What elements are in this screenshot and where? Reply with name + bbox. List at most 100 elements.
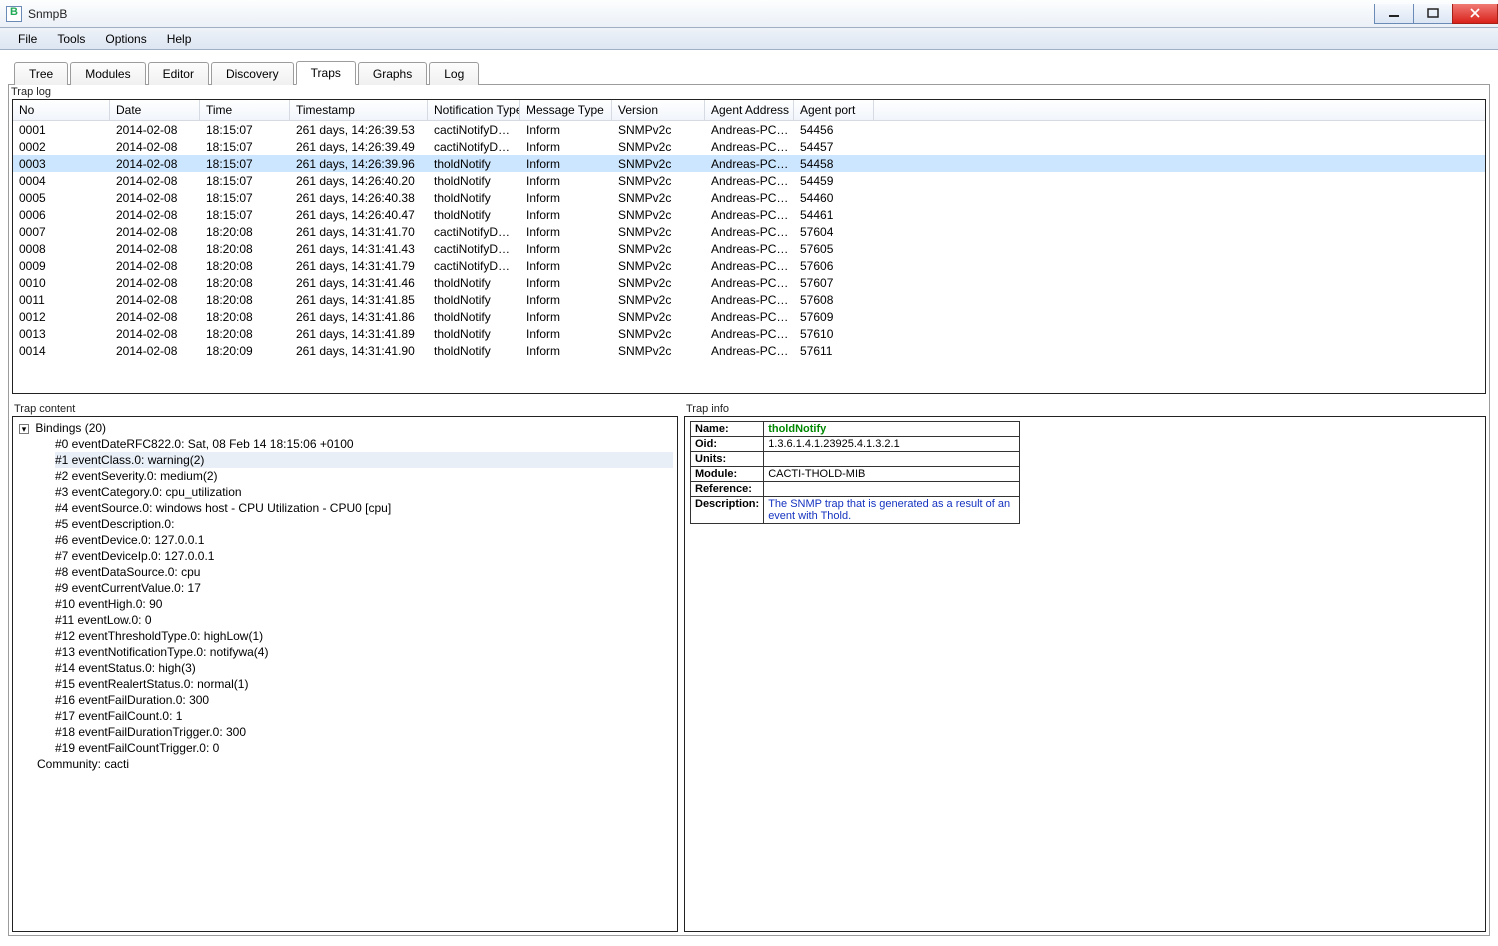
cell-mt: Inform: [520, 240, 612, 257]
cell-port: 57604: [794, 223, 874, 240]
table-row[interactable]: 00092014-02-0818:20:08261 days, 14:31:41…: [13, 257, 1485, 274]
table-row[interactable]: 00132014-02-0818:20:08261 days, 14:31:41…: [13, 325, 1485, 342]
collapse-icon[interactable]: ▾: [19, 424, 29, 434]
binding-item[interactable]: #11 eventLow.0: 0: [55, 612, 673, 628]
binding-item[interactable]: #7 eventDeviceIp.0: 127.0.0.1: [55, 548, 673, 564]
col-date[interactable]: Date: [110, 100, 200, 120]
binding-item[interactable]: #8 eventDataSource.0: cpu: [55, 564, 673, 580]
binding-item[interactable]: #16 eventFailDuration.0: 300: [55, 692, 673, 708]
cell-mt: Inform: [520, 138, 612, 155]
col-message-type[interactable]: Message Type: [520, 100, 612, 120]
cell-mt: Inform: [520, 172, 612, 189]
table-row[interactable]: 00022014-02-0818:15:07261 days, 14:26:39…: [13, 138, 1485, 155]
menu-file[interactable]: File: [10, 30, 45, 48]
table-row[interactable]: 00072014-02-0818:20:08261 days, 14:31:41…: [13, 223, 1485, 240]
community-line[interactable]: Community: cacti: [37, 756, 673, 772]
cell-nt: tholdNotify: [428, 342, 520, 359]
trap-content-tree[interactable]: ▾ Bindings (20) #0 eventDateRFC822.0: Sa…: [12, 416, 678, 932]
info-val-module: CACTI-THOLD-MIB: [764, 467, 1020, 482]
traplog-body[interactable]: 00012014-02-0818:15:07261 days, 14:26:39…: [13, 121, 1485, 393]
cell-nt: tholdNotify: [428, 172, 520, 189]
menu-tools[interactable]: Tools: [49, 30, 93, 48]
col-timestamp[interactable]: Timestamp: [290, 100, 428, 120]
cell-date: 2014-02-08: [110, 172, 200, 189]
cell-time: 18:20:08: [200, 291, 290, 308]
cell-mt: Inform: [520, 274, 612, 291]
binding-item[interactable]: #3 eventCategory.0: cpu_utilization: [55, 484, 673, 500]
maximize-button[interactable]: [1413, 4, 1453, 24]
binding-item[interactable]: #14 eventStatus.0: high(3): [55, 660, 673, 676]
col-notification-type[interactable]: Notification Type: [428, 100, 520, 120]
cell-date: 2014-02-08: [110, 274, 200, 291]
cell-ver: SNMPv2c: [612, 223, 705, 240]
table-row[interactable]: 00122014-02-0818:20:08261 days, 14:31:41…: [13, 308, 1485, 325]
close-button[interactable]: [1452, 4, 1498, 24]
cell-no: 0010: [13, 274, 110, 291]
table-row[interactable]: 00032014-02-0818:15:07261 days, 14:26:39…: [13, 155, 1485, 172]
cell-time: 18:20:08: [200, 274, 290, 291]
table-row[interactable]: 00102014-02-0818:20:08261 days, 14:31:41…: [13, 274, 1485, 291]
table-row[interactable]: 00012014-02-0818:15:07261 days, 14:26:39…: [13, 121, 1485, 138]
binding-item[interactable]: #18 eventFailDurationTrigger.0: 300: [55, 724, 673, 740]
tab-discovery[interactable]: Discovery: [211, 62, 294, 85]
menu-help[interactable]: Help: [159, 30, 200, 48]
tab-tree[interactable]: Tree: [14, 62, 68, 85]
col-no[interactable]: No: [13, 100, 110, 120]
binding-item[interactable]: #15 eventRealertStatus.0: normal(1): [55, 676, 673, 692]
cell-port: 54458: [794, 155, 874, 172]
binding-item[interactable]: #13 eventNotificationType.0: notifywa(4): [55, 644, 673, 660]
cell-ts: 261 days, 14:26:40.38: [290, 189, 428, 206]
minimize-icon: [1388, 8, 1400, 18]
tab-log[interactable]: Log: [429, 62, 479, 85]
tab-traps[interactable]: Traps: [296, 61, 356, 85]
col-agent-port[interactable]: Agent port: [794, 100, 874, 120]
cell-mt: Inform: [520, 325, 612, 342]
cell-time: 18:20:09: [200, 342, 290, 359]
binding-item[interactable]: #17 eventFailCount.0: 1: [55, 708, 673, 724]
table-row[interactable]: 00142014-02-0818:20:09261 days, 14:31:41…: [13, 342, 1485, 359]
cell-port: 57610: [794, 325, 874, 342]
binding-item[interactable]: #0 eventDateRFC822.0: Sat, 08 Feb 14 18:…: [55, 436, 673, 452]
info-key-reference: Reference:: [691, 482, 764, 497]
binding-item[interactable]: #19 eventFailCountTrigger.0: 0: [55, 740, 673, 756]
col-agent-address[interactable]: Agent Address: [705, 100, 794, 120]
cell-ts: 261 days, 14:31:41.85: [290, 291, 428, 308]
cell-ver: SNMPv2c: [612, 257, 705, 274]
info-val-name: tholdNotify: [764, 422, 1020, 437]
minimize-button[interactable]: [1374, 4, 1414, 24]
tab-graphs[interactable]: Graphs: [358, 62, 427, 85]
table-row[interactable]: 00052014-02-0818:15:07261 days, 14:26:40…: [13, 189, 1485, 206]
cell-port: 54456: [794, 121, 874, 138]
binding-item[interactable]: #9 eventCurrentValue.0: 17: [55, 580, 673, 596]
cell-addr: Andreas-PC/12...: [705, 223, 794, 240]
cell-ts: 261 days, 14:31:41.79: [290, 257, 428, 274]
tab-modules[interactable]: Modules: [70, 62, 145, 85]
close-icon: [1469, 8, 1481, 18]
binding-item[interactable]: #2 eventSeverity.0: medium(2): [55, 468, 673, 484]
cell-port: 54459: [794, 172, 874, 189]
col-time[interactable]: Time: [200, 100, 290, 120]
bindings-root[interactable]: ▾ Bindings (20) #0 eventDateRFC822.0: Sa…: [17, 420, 673, 756]
cell-time: 18:15:07: [200, 172, 290, 189]
cell-nt: tholdNotify: [428, 291, 520, 308]
cell-nt: cactiNotifyDevi...: [428, 138, 520, 155]
binding-item[interactable]: #10 eventHigh.0: 90: [55, 596, 673, 612]
binding-item[interactable]: #4 eventSource.0: windows host - CPU Uti…: [55, 500, 673, 516]
cell-ver: SNMPv2c: [612, 155, 705, 172]
tab-editor[interactable]: Editor: [148, 62, 209, 85]
binding-item[interactable]: #5 eventDescription.0:: [55, 516, 673, 532]
cell-time: 18:15:07: [200, 189, 290, 206]
binding-item[interactable]: #1 eventClass.0: warning(2): [55, 452, 673, 468]
binding-item[interactable]: #12 eventThresholdType.0: highLow(1): [55, 628, 673, 644]
cell-no: 0001: [13, 121, 110, 138]
info-val-oid: 1.3.6.1.4.1.23925.4.1.3.2.1: [764, 437, 1020, 452]
cell-mt: Inform: [520, 257, 612, 274]
binding-item[interactable]: #6 eventDevice.0: 127.0.0.1: [55, 532, 673, 548]
table-row[interactable]: 00082014-02-0818:20:08261 days, 14:31:41…: [13, 240, 1485, 257]
menu-options[interactable]: Options: [97, 30, 154, 48]
col-version[interactable]: Version: [612, 100, 705, 120]
table-row[interactable]: 00042014-02-0818:15:07261 days, 14:26:40…: [13, 172, 1485, 189]
table-row[interactable]: 00112014-02-0818:20:08261 days, 14:31:41…: [13, 291, 1485, 308]
table-row[interactable]: 00062014-02-0818:15:07261 days, 14:26:40…: [13, 206, 1485, 223]
cell-nt: tholdNotify: [428, 325, 520, 342]
